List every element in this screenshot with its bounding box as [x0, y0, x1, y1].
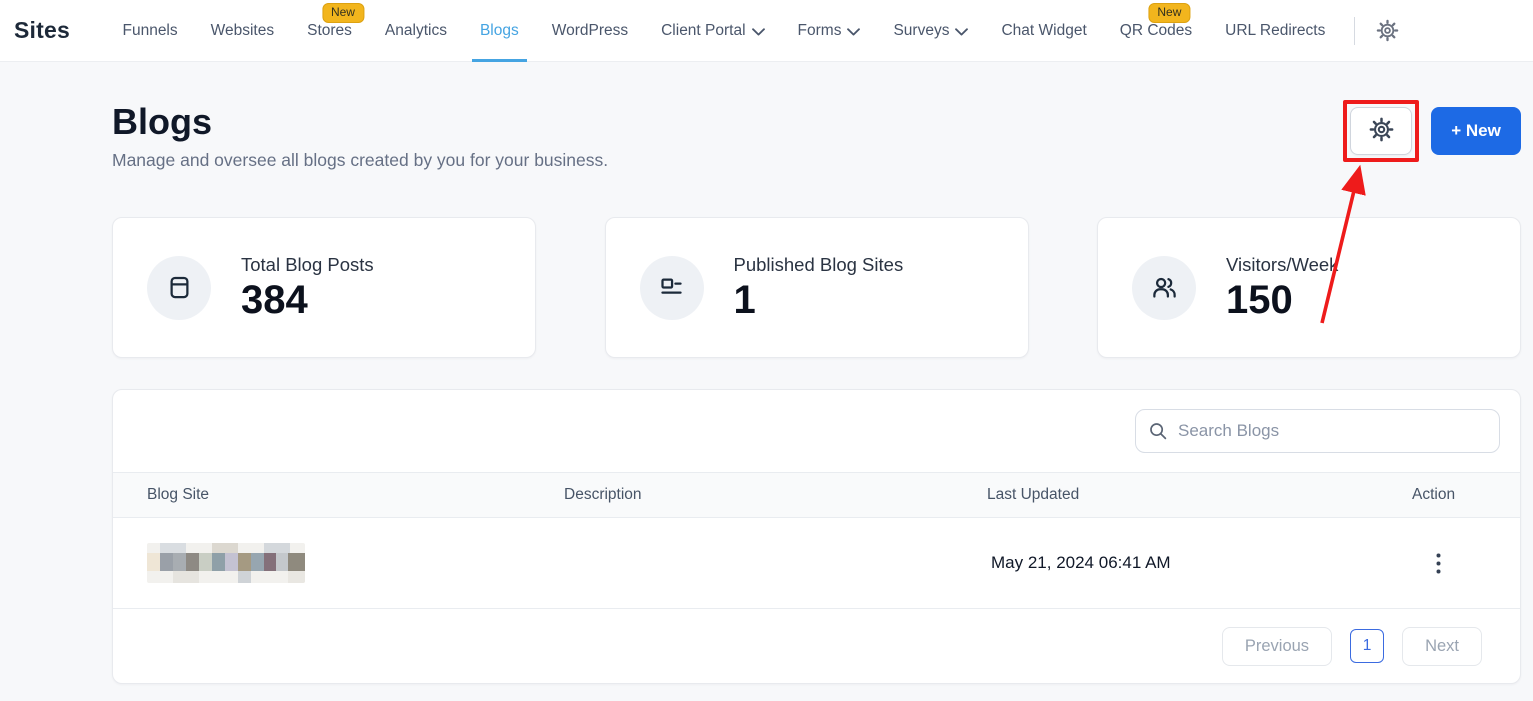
- gear-icon: [1369, 117, 1394, 145]
- red-highlight-box: [1343, 100, 1419, 162]
- stats-row: Total Blog Posts 384 Published Blog Site…: [112, 217, 1521, 358]
- nav-item-chat-widget[interactable]: Chat Widget: [1001, 0, 1086, 62]
- nav-item-wordpress[interactable]: WordPress: [552, 0, 628, 62]
- nav-item-blogs[interactable]: Blogs: [471, 0, 527, 62]
- nav-item-analytics[interactable]: Analytics: [385, 0, 447, 62]
- blog-posts-icon: [147, 255, 211, 320]
- next-page-button[interactable]: Next: [1402, 626, 1482, 666]
- stat-value: 384: [241, 277, 308, 322]
- nav-item-client-portal[interactable]: Client Portal: [661, 0, 765, 62]
- nav-item-url-redirects[interactable]: URL Redirects: [1225, 0, 1325, 62]
- stat-card-visitors-week: Visitors/Week 150: [1097, 217, 1521, 358]
- nav-item-qr-codes[interactable]: New QR Codes: [1120, 0, 1192, 62]
- published-sites-icon: [639, 255, 704, 320]
- top-navbar: Sites Funnels Websites New Stores Analyt…: [0, 0, 1533, 62]
- nav-item-funnels[interactable]: Funnels: [122, 0, 177, 62]
- page-number-button[interactable]: 1: [1350, 629, 1385, 663]
- previous-page-button[interactable]: Previous: [1221, 626, 1333, 666]
- table-header-row: Blog Site Description Last Updated Actio…: [113, 472, 1520, 518]
- chevron-down-icon: [955, 27, 969, 36]
- stat-value: 1: [733, 277, 756, 322]
- header-actions: + New: [1343, 100, 1521, 162]
- nav-divider: [1353, 16, 1355, 45]
- table-toolbar: [113, 390, 1520, 472]
- stat-label: Total Blog Posts: [241, 253, 374, 275]
- stat-label: Published Blog Sites: [733, 253, 904, 275]
- chevron-down-icon: [847, 27, 861, 36]
- new-badge: New: [321, 2, 364, 23]
- nav-settings-gear-icon[interactable]: [1371, 14, 1405, 48]
- column-header-action: Action: [1412, 486, 1456, 503]
- blogs-table-card: Blog Site Description Last Updated Actio…: [112, 389, 1521, 684]
- table-row[interactable]: May 21, 2024 06:41 AM: [113, 518, 1520, 609]
- column-header-description: Description: [564, 486, 642, 503]
- chevron-down-icon: [751, 27, 765, 36]
- stat-label: Visitors/Week: [1226, 253, 1339, 275]
- nav-item-forms[interactable]: Forms: [798, 0, 861, 62]
- visitors-icon: [1132, 255, 1196, 320]
- stat-value: 150: [1226, 277, 1293, 322]
- search-input[interactable]: [1135, 409, 1500, 453]
- blog-site-name-redacted: [147, 543, 305, 583]
- column-header-last-updated: Last Updated: [987, 486, 1080, 503]
- blog-settings-button[interactable]: [1350, 107, 1412, 155]
- new-blog-button[interactable]: + New: [1431, 107, 1521, 155]
- main-content: Blogs Manage and oversee all blogs creat…: [112, 100, 1521, 684]
- brand-title: Sites: [14, 17, 70, 43]
- nav-item-surveys[interactable]: Surveys: [893, 0, 969, 62]
- pagination: Previous 1 Next: [113, 609, 1520, 683]
- new-badge: New: [1148, 2, 1191, 23]
- nav-item-stores[interactable]: New Stores: [307, 0, 364, 62]
- column-header-blog-site: Blog Site: [147, 486, 210, 503]
- cell-last-updated: May 21, 2024 06:41 AM: [991, 553, 1171, 572]
- page-title: Blogs: [112, 101, 213, 142]
- stat-card-total-blog-posts: Total Blog Posts 384: [112, 217, 536, 358]
- kebab-menu-icon[interactable]: [1420, 545, 1456, 581]
- stat-card-published-blog-sites: Published Blog Sites 1: [604, 217, 1029, 358]
- page-header: Blogs Manage and oversee all blogs creat…: [112, 100, 1521, 171]
- page-subtitle: Manage and oversee all blogs created by …: [112, 150, 609, 170]
- nav-tabs: Funnels Websites New Stores Analytics Bl…: [106, 0, 1342, 62]
- nav-item-websites[interactable]: Websites: [211, 0, 274, 62]
- search-icon: [1148, 421, 1168, 446]
